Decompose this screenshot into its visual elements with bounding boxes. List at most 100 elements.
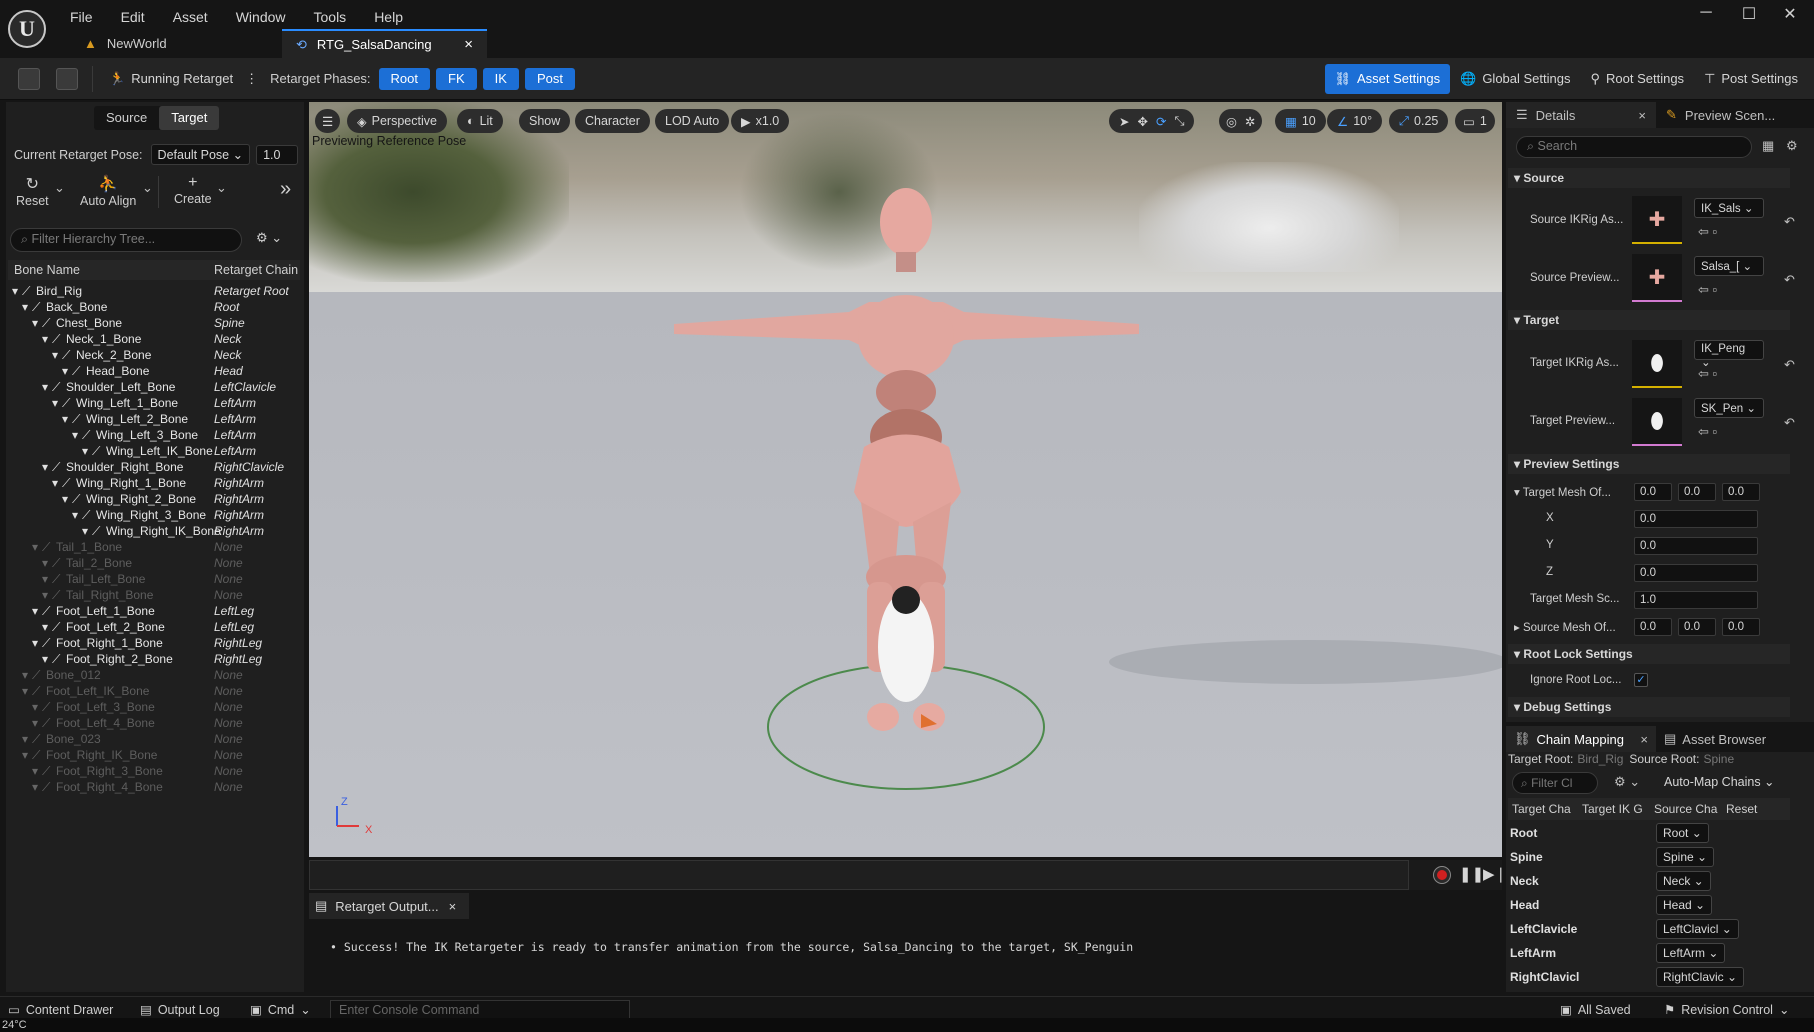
expand-arrow-icon[interactable]: ▾ [32,316,38,330]
global-settings-button[interactable]: 🌐 Global Settings [1450,64,1580,94]
details-search-input[interactable]: ⌕ Search [1516,136,1752,158]
expand-arrow-icon[interactable]: ▾ [42,332,48,346]
source-preview-thumbnail[interactable]: ✚ [1632,254,1682,302]
expand-arrow-icon[interactable]: ▾ [32,764,38,778]
asset-settings-button[interactable]: ⛓ Asset Settings [1324,63,1451,94]
revision-control-button[interactable]: ⚑ Revision Control ⌄ [1664,1002,1789,1018]
preview-settings-header[interactable]: ▾ Preview Settings [1508,454,1790,474]
auto-map-chains-dropdown[interactable]: Auto-Map Chains ⌄ [1664,774,1775,789]
bone-row[interactable]: ▾ ⟋ Tail_Left_Bone None [8,571,300,587]
bone-row[interactable]: ▾ ⟋ Bird_Rig Retarget Root [8,283,300,299]
target-tab[interactable]: Target [159,106,220,130]
expand-arrow-icon[interactable]: ▾ [12,284,18,298]
source-preview-dropdown[interactable]: Salsa_[ ⌄ [1694,256,1764,276]
close-tab-icon[interactable]: × [449,899,457,914]
bone-row[interactable]: ▾ ⟋ Chest_Bone Spine [8,315,300,331]
bone-row[interactable]: ▾ ⟋ Wing_Left_3_Bone LeftArm [8,427,300,443]
reset-button[interactable]: ↻ Reset [16,174,49,208]
expand-arrow-icon[interactable]: ▾ [32,636,38,650]
z-field[interactable]: 0.0 [1634,564,1758,582]
bone-row[interactable]: ▾ ⟋ Head_Bone Head [8,363,300,379]
mesh-offset-z[interactable]: 0.0 [1722,483,1760,501]
scale-snap-button[interactable]: ⤢ 0.25 [1389,109,1449,133]
details-tab[interactable]: ☰ Details × [1506,102,1656,128]
bone-row[interactable]: ▾ ⟋ Foot_Left_3_Bone None [8,699,300,715]
close-tab-icon[interactable]: × [1638,108,1646,123]
col-reset[interactable]: Reset [1722,802,1757,816]
gear-icon[interactable]: ⚙ ⌄ [1614,774,1640,790]
bone-row[interactable]: ▾ ⟋ Tail_2_Bone None [8,555,300,571]
chain-source-dropdown[interactable]: Neck ⌄ [1656,871,1711,891]
bone-row[interactable]: ▾ ⟋ Wing_Right_1_Bone RightArm [8,475,300,491]
menu-tools[interactable]: Tools [314,9,347,25]
expand-toolbar-icon[interactable]: » [280,178,291,201]
asset-browser-tab[interactable]: ▤ Asset Browser [1656,726,1774,752]
content-drawer-button[interactable]: ▭ Content Drawer [8,1002,113,1018]
minimize-button[interactable]: ─ [1688,4,1724,26]
save-icon[interactable] [18,67,40,90]
source-offset-x[interactable]: 0.0 [1634,618,1672,636]
bone-row[interactable]: ▾ ⟋ Foot_Right_IK_Bone None [8,747,300,763]
source-offset-label[interactable]: ▸ Source Mesh Of... [1514,620,1616,634]
translate-icon[interactable]: ✥ [1137,114,1147,129]
chain-mapping-tab[interactable]: ⛓ Chain Mapping × [1506,726,1656,752]
chevron-down-icon[interactable]: ⌄ [54,180,65,196]
expand-arrow-icon[interactable]: ▾ [42,460,48,474]
mesh-offset-label[interactable]: ▾ Target Mesh Of... [1514,485,1611,499]
phase-post-button[interactable]: Post [524,67,575,90]
playback-speed-button[interactable]: ▶ x1.0 [731,109,790,133]
bone-row[interactable]: ▾ ⟋ Wing_Left_IK_Bone LeftArm [8,443,300,459]
mesh-offset-y[interactable]: 0.0 [1678,483,1716,501]
camera-speed-button[interactable]: ▭ 1 [1455,109,1495,133]
viewport-menu-button[interactable]: ☰ [315,109,341,133]
expand-arrow-icon[interactable]: ▾ [82,444,88,458]
pose-scale-field[interactable]: 1.0 [256,144,299,165]
expand-arrow-icon[interactable]: ▾ [32,540,38,554]
bone-row[interactable]: ▾ ⟋ Foot_Left_4_Bone None [8,715,300,731]
expand-arrow-icon[interactable]: ▾ [32,700,38,714]
bone-row[interactable]: ▾ ⟋ Foot_Right_1_Bone RightLeg [8,635,300,651]
tab-rtg-salsadancing[interactable]: ⟲ RTG_SalsaDancing × [282,29,487,58]
output-tab[interactable]: ▤ Retarget Output... × [309,893,469,919]
tab-newworld[interactable]: ▲ NewWorld [70,29,280,58]
unreal-logo[interactable]: U [8,10,46,48]
expand-arrow-icon[interactable]: ▾ [32,604,38,618]
use-selected-icon[interactable]: ⇦ ▫ [1698,424,1717,440]
chain-source-dropdown[interactable]: RightClavic ⌄ [1656,967,1745,987]
phase-root-button[interactable]: Root [378,67,431,90]
rotate-icon[interactable]: ⟳ [1156,114,1166,129]
expand-arrow-icon[interactable]: ▾ [22,300,28,314]
col-retarget-chain[interactable]: Retarget Chain [214,263,298,277]
gear-icon[interactable]: ⚙ [1786,138,1798,154]
record-button[interactable] [1433,866,1451,884]
bone-row[interactable]: ▾ ⟋ Foot_Left_1_Bone LeftLeg [8,603,300,619]
bone-row[interactable]: ▾ ⟋ Tail_Right_Bone None [8,587,300,603]
chain-source-dropdown[interactable]: LeftArm ⌄ [1656,943,1726,963]
expand-arrow-icon[interactable]: ▾ [22,748,28,762]
menu-file[interactable]: File [70,9,93,25]
console-input[interactable]: Enter Console Command [330,1000,630,1020]
reset-to-default-icon[interactable]: ↶ [1784,272,1795,288]
close-tab-icon[interactable]: × [1640,732,1648,747]
bone-row[interactable]: ▾ ⟋ Shoulder_Left_Bone LeftClavicle [8,379,300,395]
source-section-header[interactable]: ▾ Source [1508,168,1790,188]
use-selected-icon[interactable]: ⇦ ▫ [1698,224,1717,240]
show-button[interactable]: Show [519,109,571,133]
target-section-header[interactable]: ▾ Target [1508,310,1790,330]
y-field[interactable]: 0.0 [1634,537,1758,555]
table-view-icon[interactable]: ▦ [1762,138,1774,154]
root-lock-header[interactable]: ▾ Root Lock Settings [1508,644,1790,664]
maximize-button[interactable]: ☐ [1731,4,1767,26]
expand-arrow-icon[interactable]: ▾ [22,732,28,746]
bone-row[interactable]: ▾ ⟋ Wing_Right_2_Bone RightArm [8,491,300,507]
chain-source-dropdown[interactable]: Spine ⌄ [1656,847,1715,867]
bone-row[interactable]: ▾ ⟋ Neck_2_Bone Neck [8,347,300,363]
bone-row[interactable]: ▾ ⟋ Wing_Right_IK_Bone RightArm [8,523,300,539]
chain-source-dropdown[interactable]: Root ⌄ [1656,823,1709,843]
lit-button[interactable]: ◐ Lit [457,109,503,133]
output-log-button[interactable]: ▤ Output Log [140,1002,220,1018]
expand-arrow-icon[interactable]: ▾ [42,572,48,586]
perspective-button[interactable]: ◈ Perspective [347,109,447,133]
create-button[interactable]: + Create [174,174,212,206]
source-ikrig-thumbnail[interactable]: ✚ [1632,196,1682,244]
